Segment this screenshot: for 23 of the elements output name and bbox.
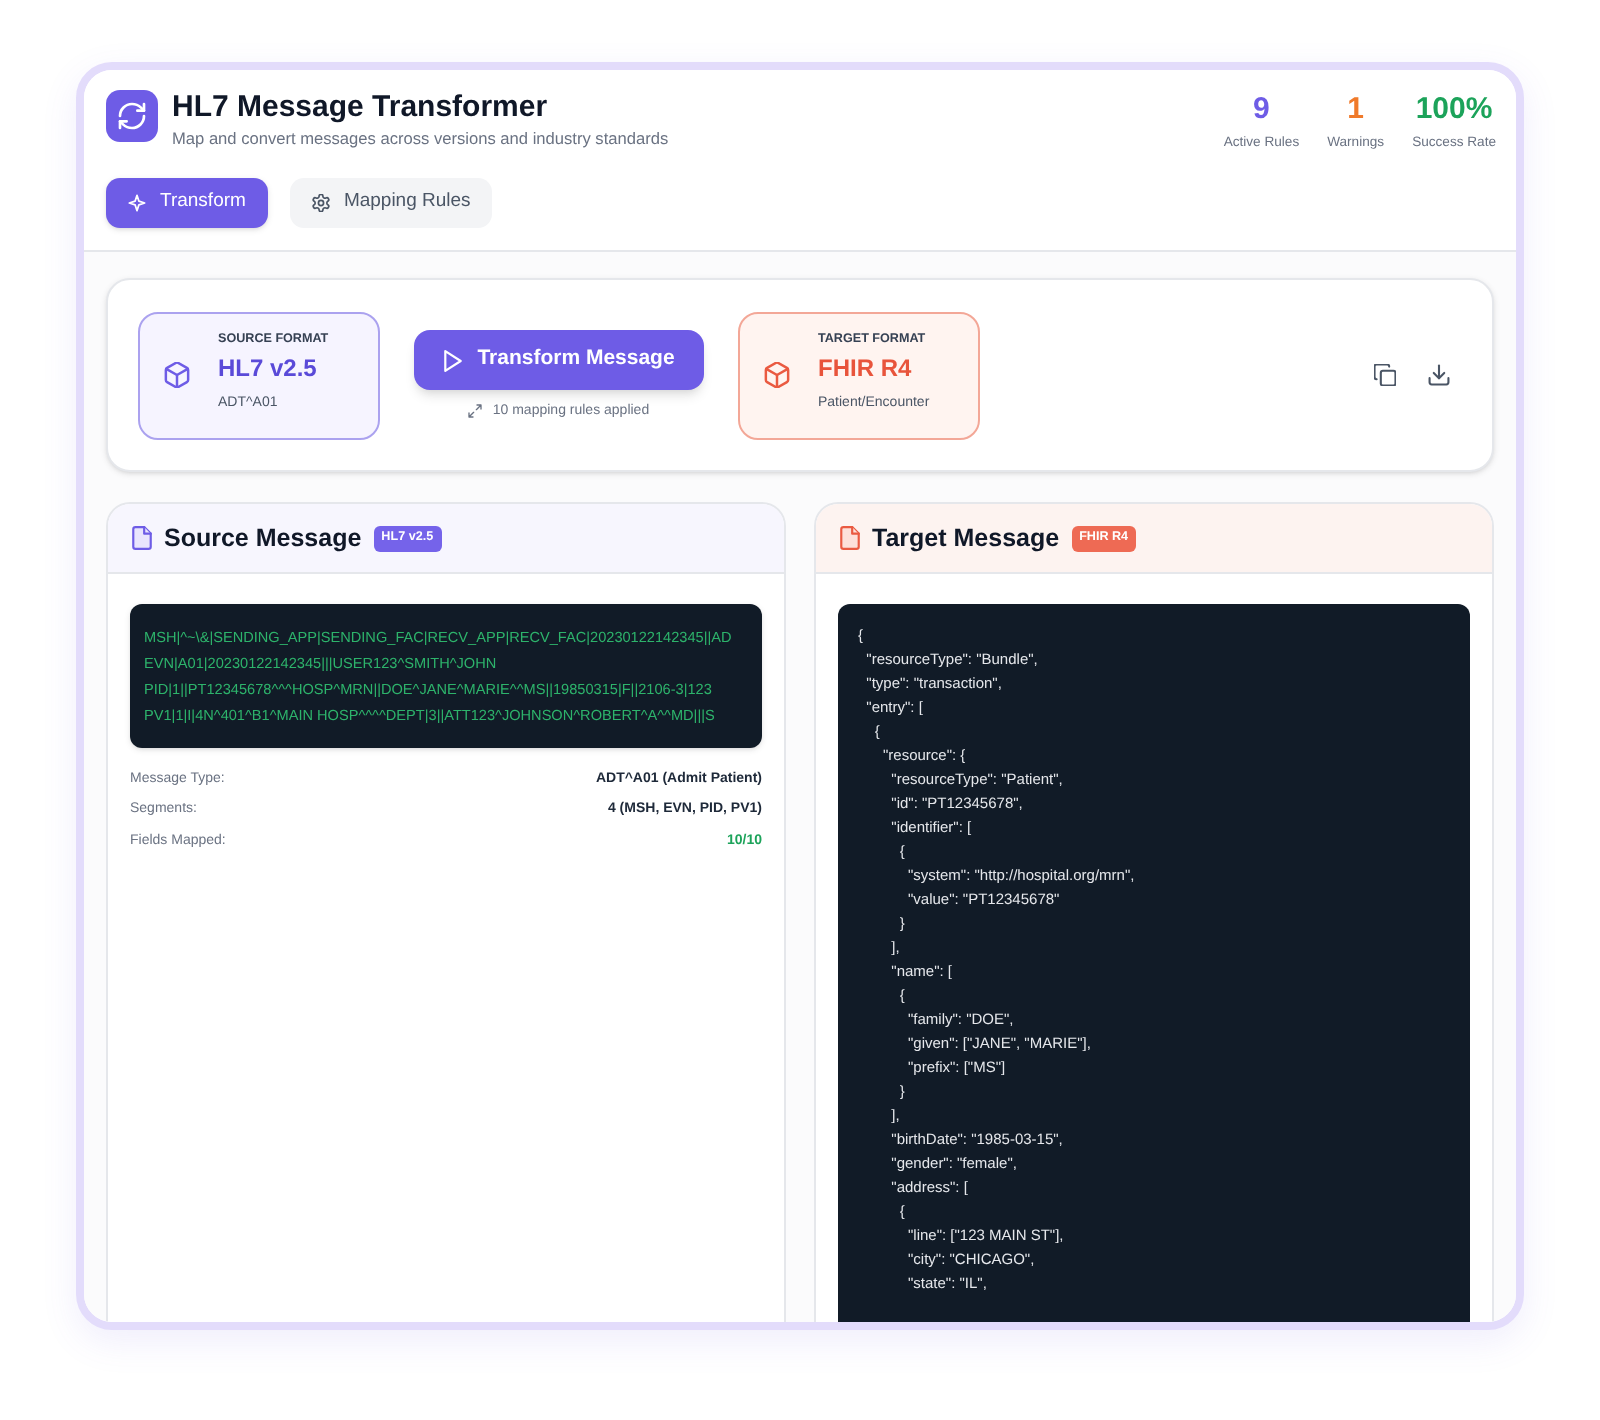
- play-icon: [443, 349, 462, 371]
- panel-title: Target Message: [872, 523, 1060, 553]
- panel-title: Source Message: [164, 523, 362, 553]
- file-icon: [840, 526, 860, 550]
- copy-icon[interactable]: [1374, 364, 1396, 386]
- cube-icon: [764, 362, 790, 388]
- format-name: HL7 v2.5: [218, 354, 319, 384]
- refresh-icon: [106, 90, 158, 142]
- stat-value: 9: [1253, 92, 1270, 128]
- app-subtitle: Map and convert messages across versions and industry standards: [172, 128, 669, 150]
- app-title: HL7 Message Transformer: [172, 90, 550, 126]
- tab[interactable]: Mapping Rules: [289, 178, 493, 228]
- diagonal-arrows-icon: [468, 404, 483, 418]
- tab[interactable]: Transform: [106, 178, 268, 228]
- stat-value: 100%: [1415, 92, 1493, 128]
- stat-value: 1: [1347, 92, 1364, 128]
- format-name: FHIR R4: [818, 354, 914, 384]
- file-icon: [132, 526, 152, 550]
- cube-icon: [164, 362, 190, 388]
- transform-message-button[interactable]: Transform Message: [414, 330, 704, 390]
- download-icon[interactable]: [1428, 364, 1450, 386]
- gear-icon: [311, 194, 330, 212]
- sparkle-icon: [128, 194, 146, 212]
